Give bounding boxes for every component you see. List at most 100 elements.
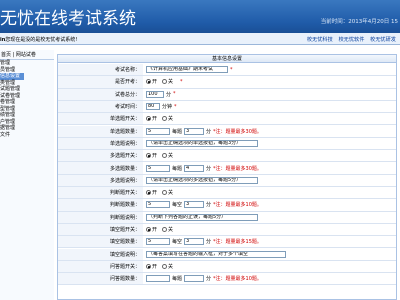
label-is-open: 是否开考： — [58, 76, 143, 88]
label-multi-count: 多选题数量： — [58, 162, 143, 174]
radio-judge-off[interactable] — [162, 190, 168, 196]
label-judge-desc: 判断题说明： — [58, 211, 143, 223]
judge-count-input[interactable]: 5 — [146, 201, 170, 209]
row-multi-desc: 多选题说明： （请单击正确选项的多选按钮，每题5分） — [58, 174, 396, 187]
row-fill-switch: 填空题开关： 开 关 — [58, 223, 396, 237]
radio-open-off[interactable] — [162, 79, 168, 85]
radio-fill-off[interactable] — [162, 227, 168, 233]
single-desc-input[interactable]: （请单击正确选项的单选按钮，每题3分） — [146, 139, 258, 147]
multi-count-input[interactable]: 5 — [146, 164, 170, 172]
label-fill-switch: 填空题开关： — [58, 223, 143, 236]
fill-count-input[interactable]: 5 — [146, 238, 170, 246]
label-judge-switch: 判断题开关： — [58, 187, 143, 199]
link-research[interactable]: 校无忧研发 — [370, 37, 396, 43]
single-count-input[interactable]: 5 — [146, 127, 170, 135]
exam-name-input[interactable]: 《计算机应用基础》期末考试 — [146, 66, 228, 74]
label-exam-name: 考试名称： — [58, 64, 143, 76]
unit-score: 分 — [206, 239, 212, 246]
radio-fill-on-label: 开 — [152, 227, 158, 234]
label-judge-count: 判断题数量： — [58, 199, 143, 211]
label-exam-time: 考试时间： — [58, 100, 143, 113]
row-fill-count: 填空题数量： 5 每空 3 分 *注：题量最多15题。 — [58, 236, 396, 249]
info-strip: in您现在是没的是校无忧考试系统! 校无忧科技 校无忧软件 校无忧研发 — [0, 33, 400, 45]
radio-single-off-label: 关 — [168, 116, 174, 123]
sidebar-item-files[interactable]: 文件 — [0, 132, 54, 139]
radio-open-off-label: 关 — [168, 79, 174, 86]
radio-open-on-label: 开 — [152, 79, 158, 86]
label-multi-switch: 多选题开关： — [58, 150, 143, 162]
label-single-count: 单选题数量： — [58, 125, 143, 137]
unit-score: 分 — [206, 276, 212, 283]
app-title: 无忧在线考试系统 — [0, 9, 136, 29]
unit-minutes: 分钟 — [162, 104, 173, 111]
row-fill-desc: 填空题说明： （每答案填写在答题的输入框，对于多个填空 — [58, 248, 396, 261]
radio-judge-off-label: 关 — [168, 190, 174, 197]
welcome-text: 您现在是没的是校无忧考试系统! — [5, 37, 78, 43]
label-single-desc: 单选题说明： — [58, 137, 143, 150]
radio-fill-off-label: 关 — [168, 227, 174, 234]
exam-time-input[interactable]: 80 — [146, 103, 160, 111]
total-score-input[interactable]: 100 — [146, 90, 164, 98]
link-tech[interactable]: 校无忧科技 — [307, 37, 333, 43]
per-question-label: 每题 — [172, 128, 183, 135]
multi-score-input[interactable]: 4 — [184, 164, 205, 172]
per-blank-label: 每空 — [172, 239, 183, 246]
single-score-input[interactable]: 3 — [184, 127, 205, 135]
fill-score-input[interactable]: 3 — [184, 238, 205, 246]
sidebar: 首页 | 网站试卷 管理 员管理 信息设置 类管理 试题管理 试卷管理 卷管理 … — [0, 50, 54, 300]
radio-qa-on[interactable] — [146, 263, 151, 269]
fill-desc-input[interactable]: （每答案填写在答题的输入框，对于多个填空 — [146, 250, 286, 258]
limit-note: *注：题量最多10题。 — [213, 276, 262, 283]
row-single-desc: 单选题说明： （请单击正确选项的单选按钮，每题3分） — [58, 137, 396, 151]
radio-multi-on-label: 开 — [152, 153, 158, 160]
radio-multi-on[interactable] — [146, 153, 151, 159]
row-total-score: 试卷总分： 100 分 * — [58, 88, 396, 101]
row-judge-switch: 判断题开关： 开 关 — [58, 187, 396, 200]
top-links: 校无忧科技 校无忧软件 校无忧研发 — [303, 36, 396, 43]
unit-score: 分 — [166, 91, 172, 98]
judge-score-input[interactable]: 3 — [184, 201, 205, 209]
required-mark: * — [174, 103, 177, 110]
radio-qa-off-label: 关 — [168, 263, 174, 270]
radio-qa-off[interactable] — [162, 263, 168, 269]
app-header: 无忧在线考试系统 当前时间：2013年4月20日 15 — [0, 0, 400, 33]
qa-count-input[interactable] — [146, 275, 170, 283]
radio-judge-on[interactable] — [146, 190, 151, 196]
label-single-switch: 单选题开关： — [58, 113, 143, 125]
row-judge-desc: 判断题说明： （判断下列各题的正误，每题5分） — [58, 211, 396, 224]
qa-score-input[interactable] — [184, 275, 205, 283]
limit-note: *注：题量最多10题。 — [213, 202, 262, 209]
radio-single-on[interactable] — [146, 116, 151, 122]
row-single-switch: 单选题开关： 开 关 — [58, 113, 396, 126]
unit-score: 分 — [206, 128, 212, 135]
label-fill-desc: 填空题说明： — [58, 248, 143, 260]
label-qa-switch: 问答题开关： — [58, 260, 143, 273]
row-multi-switch: 多选题开关： 开 关 — [58, 150, 396, 163]
radio-open-on[interactable] — [146, 79, 151, 85]
limit-note: *注：题量最多15题。 — [213, 239, 262, 246]
row-judge-count: 判断题数量： 5 每空 3 分 *注：题量最多10题。 — [58, 199, 396, 212]
row-exam-time: 考试时间： 80 分钟 * — [58, 100, 396, 114]
label-total-score: 试卷总分： — [58, 88, 143, 100]
panel-title: 基本信息设置 — [58, 55, 396, 63]
radio-qa-on-label: 开 — [152, 263, 158, 270]
radio-single-off[interactable] — [162, 116, 168, 122]
sidebar-top-links[interactable]: 首页 | 网站试卷 — [0, 50, 54, 60]
unit-score: 分 — [206, 165, 212, 172]
multi-desc-input[interactable]: （请单击正确选项的多选按钮，每题5分） — [146, 176, 258, 184]
row-is-open: 是否开考： 开 关 * — [58, 76, 396, 89]
required-mark: * — [230, 66, 233, 73]
row-exam-name: 考试名称： 《计算机应用基础》期末考试 * — [58, 64, 396, 77]
link-software[interactable]: 校无忧软件 — [338, 37, 364, 43]
radio-multi-off[interactable] — [162, 153, 168, 159]
row-qa-switch: 问答题开关： 开 关 — [58, 260, 396, 274]
radio-fill-on[interactable] — [146, 227, 151, 233]
required-mark: * — [173, 91, 176, 98]
judge-desc-input[interactable]: （判断下列各题的正误，每题5分） — [146, 213, 258, 221]
row-multi-count: 多选题数量： 5 每题 4 分 *注：题量最多30题。 — [58, 162, 396, 175]
label-multi-desc: 多选题说明： — [58, 174, 143, 186]
current-date: 当前时间：2013年4月20日 15 — [320, 19, 398, 25]
per-question-label: 每题 — [172, 276, 183, 283]
radio-single-on-label: 开 — [152, 116, 158, 123]
limit-note: *注：题量最多30题。 — [213, 165, 262, 172]
